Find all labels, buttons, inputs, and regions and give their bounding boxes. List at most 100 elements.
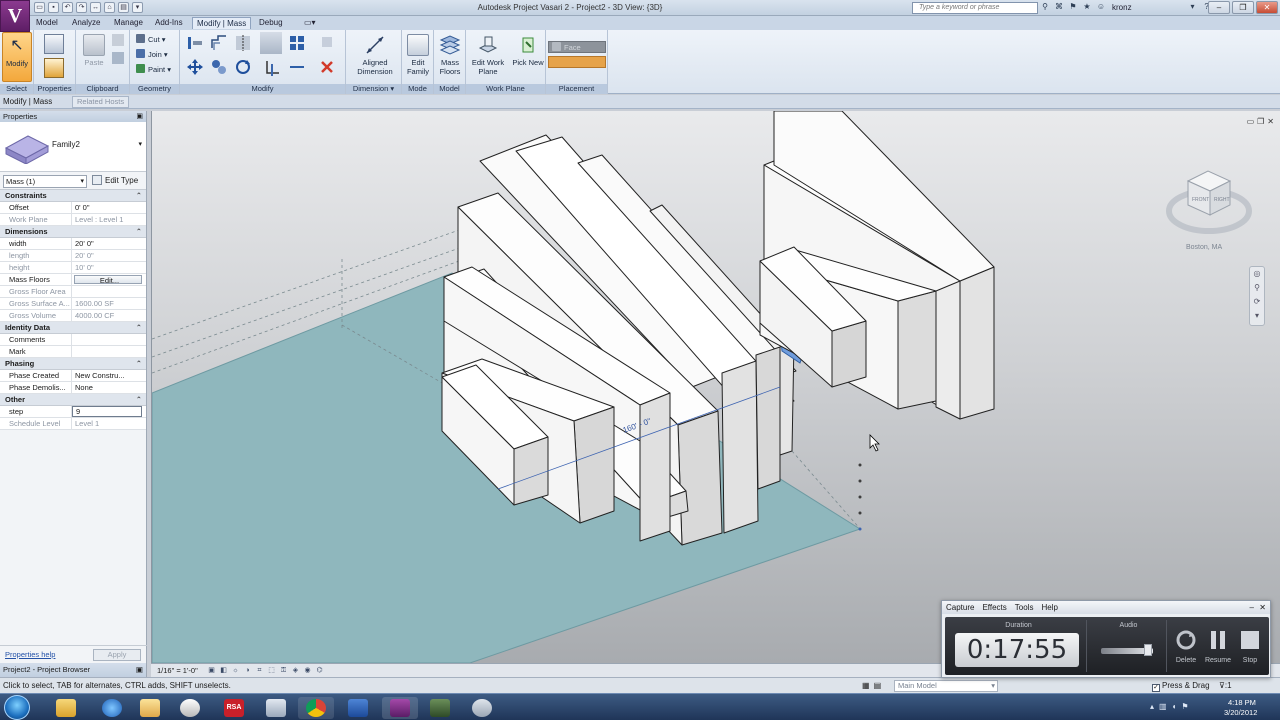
zoom-icon[interactable]: ⚲	[1250, 281, 1264, 295]
copy-icon[interactable]	[112, 34, 124, 46]
aligned-dimension-button[interactable]: Aligned Dimension	[354, 32, 396, 82]
close-icon[interactable]: ▣	[136, 111, 143, 122]
minimize-icon[interactable]: –	[1250, 601, 1254, 614]
join-button[interactable]: Join ▾	[136, 49, 168, 61]
taskbar-app-1[interactable]	[172, 697, 208, 719]
3d-view-icon[interactable]: ⌂	[104, 2, 115, 13]
edit-family-button[interactable]: Edit Family	[402, 32, 434, 82]
worksets-icon[interactable]: ▦	[862, 681, 870, 690]
taskbar-folder[interactable]	[48, 697, 84, 719]
mode-group-label[interactable]: Mode	[402, 84, 433, 94]
tab-manage[interactable]: Manage	[110, 17, 147, 29]
undo-icon[interactable]: ↶	[62, 2, 73, 13]
steering-wheel-icon[interactable]: ◎	[1250, 267, 1264, 281]
application-menu-button[interactable]: V	[0, 0, 30, 32]
visual-style-icon[interactable]: ◧	[219, 666, 228, 675]
stop-button[interactable]: Stop	[1235, 625, 1265, 671]
project-browser-header[interactable]: Project2 - Project Browser ▣	[0, 663, 147, 677]
property-section-header[interactable]: Other	[0, 394, 146, 406]
lock-view-icon[interactable]: ⚿	[279, 666, 288, 675]
face-button[interactable]: Face	[548, 41, 606, 53]
property-value[interactable]: 9	[72, 406, 142, 417]
sun-path-icon[interactable]: ☼	[231, 666, 240, 675]
3d-viewport[interactable]: 160' - 0" ▭ ❐ ✕ FRONT RIGHT Boston, MA ◎…	[151, 111, 1280, 663]
align-icon[interactable]	[186, 34, 204, 52]
minimize-icon[interactable]: ▭	[1247, 117, 1255, 126]
dimension-group-label[interactable]: Dimension ▾	[346, 84, 401, 94]
customize-qat-icon[interactable]: ▾	[132, 2, 143, 13]
taskbar-vasari[interactable]	[382, 697, 418, 719]
taskbar-rsa[interactable]: RSA	[216, 697, 252, 719]
type-properties-icon[interactable]	[44, 34, 64, 54]
array-icon[interactable]	[288, 34, 316, 52]
model-group-label[interactable]: Model	[434, 84, 465, 94]
close-icon[interactable]: ▣	[136, 663, 143, 677]
match-type-icon[interactable]	[112, 52, 124, 64]
property-value[interactable]: None	[72, 382, 146, 393]
properties-group-label[interactable]: Properties	[34, 84, 75, 94]
menu-tools[interactable]: Tools	[1015, 601, 1034, 614]
property-value[interactable]: 0' 0"	[72, 202, 146, 213]
properties-help-link[interactable]: Properties help	[5, 650, 55, 659]
paste-button[interactable]: Paste	[78, 32, 110, 82]
press-drag-checkbox[interactable]: ✓ Press & Drag	[1152, 680, 1210, 692]
menu-capture[interactable]: Capture	[946, 601, 974, 614]
volume-icon[interactable]: ◖	[1172, 702, 1177, 711]
trim-icon[interactable]	[264, 58, 282, 76]
instance-filter-select[interactable]: Mass (1)	[3, 175, 87, 188]
taskbar-explorer[interactable]	[132, 697, 168, 719]
edit-type-button[interactable]: Edit Type	[92, 175, 138, 187]
tab-options-icon[interactable]: ▭▾	[300, 17, 320, 29]
work-plane-group-label[interactable]: Work Plane	[466, 84, 545, 94]
clock-time[interactable]: 4:18 PM	[1228, 698, 1256, 707]
edit-work-plane-button[interactable]: Edit Work Plane	[468, 32, 508, 82]
close-icon[interactable]: ✕	[1259, 601, 1266, 614]
property-value[interactable]	[72, 334, 146, 345]
taskbar-files[interactable]	[258, 697, 294, 719]
viewcube-right-label[interactable]: RIGHT	[1214, 197, 1230, 203]
reveal-hidden-icon[interactable]: ◉	[303, 666, 312, 675]
menu-effects[interactable]: Effects	[982, 601, 1006, 614]
mass-model-scene[interactable]: 160' - 0"	[152, 111, 1280, 663]
start-button[interactable]	[4, 695, 30, 720]
mirror-icon[interactable]	[234, 34, 252, 52]
geometry-group-label[interactable]: Geometry	[130, 84, 179, 94]
active-model-select[interactable]: Main Model	[894, 680, 998, 692]
restore-icon[interactable]: ❐	[1257, 117, 1264, 126]
clipboard-group-label[interactable]: Clipboard	[76, 84, 129, 94]
mass-floors-button[interactable]: Mass Floors	[434, 32, 466, 82]
chevron-down-icon[interactable]: ▾	[1188, 2, 1198, 12]
switch-windows-icon[interactable]: ▤	[118, 2, 129, 13]
tab-analyze[interactable]: Analyze	[68, 17, 104, 29]
modify-group-label[interactable]: Modify	[180, 84, 345, 94]
network-icon[interactable]: ▥	[1159, 702, 1167, 711]
viewcube-front-label[interactable]: FRONT	[1192, 197, 1209, 203]
design-options-icon[interactable]: ▤	[874, 681, 882, 690]
pick-new-button[interactable]: Pick New	[512, 32, 544, 82]
tab-debug[interactable]: Debug	[255, 17, 287, 29]
apply-button[interactable]: Apply	[93, 649, 141, 661]
measure-icon[interactable]: ↔	[90, 2, 101, 13]
type-selector[interactable]: Family2 ▾	[0, 122, 146, 172]
orbit-icon[interactable]: ⟳	[1250, 295, 1264, 309]
grip-dots[interactable]	[858, 463, 862, 531]
property-section-header[interactable]: Constraints	[0, 190, 146, 202]
temporary-hide-icon[interactable]: ◈	[291, 666, 300, 675]
restore-button[interactable]: ❐	[1232, 1, 1254, 14]
property-value[interactable]: New Constru...	[72, 370, 146, 381]
save-icon[interactable]: ▪	[48, 2, 59, 13]
favorites-icon[interactable]: ★	[1082, 2, 1092, 12]
clock-date[interactable]: 3/20/2012	[1224, 708, 1257, 717]
edit-mass-floors-button[interactable]: Edit...	[74, 275, 142, 284]
subscription-icon[interactable]: ⌘	[1054, 2, 1064, 12]
user-icon[interactable]: ☺	[1096, 2, 1106, 12]
property-value[interactable]: 20' 0"	[72, 238, 146, 249]
copy-move-icon[interactable]	[210, 58, 228, 76]
tab-add-ins[interactable]: Add-Ins	[151, 17, 187, 29]
detail-level-icon[interactable]: ▣	[207, 666, 216, 675]
scale-icon[interactable]	[288, 58, 306, 76]
chevron-down-icon[interactable]: ▾	[138, 140, 142, 148]
close-button[interactable]: ✕	[1256, 1, 1278, 14]
tab-modify-mass[interactable]: Modify | Mass	[192, 17, 252, 29]
taskbar-app-2[interactable]	[422, 697, 458, 719]
